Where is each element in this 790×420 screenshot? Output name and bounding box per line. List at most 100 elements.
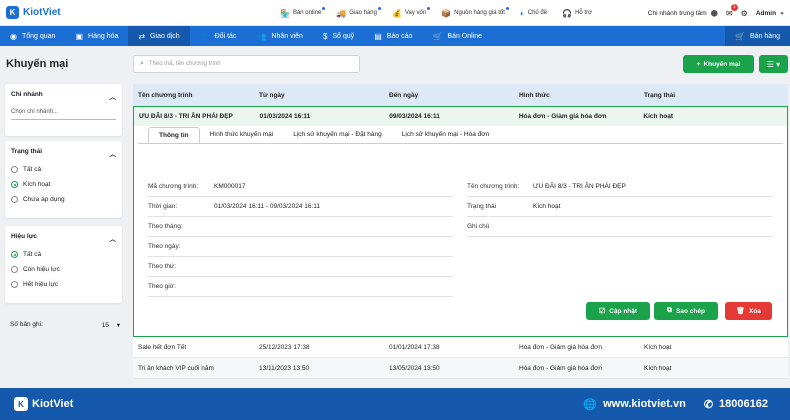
status-option[interactable]: Tất cả <box>11 166 116 173</box>
radio-icon <box>11 266 18 273</box>
table-cell: Sale hết đợn Tết <box>138 343 187 351</box>
table-cell: Hóa đơn - Giảm giá hóa đơn <box>519 364 602 372</box>
nav-transactions-icon: ⇄ <box>138 31 146 41</box>
nav-partners[interactable]: 👤 Đối tác <box>190 26 247 46</box>
nav-overview[interactable]: ◉ Tổng quan <box>0 26 65 46</box>
chevron-up-icon[interactable]: ︿ <box>110 233 117 243</box>
field-value: ƯU ĐÃI 8/3 - TRI ÂN PHÁI ĐẸP <box>533 183 626 190</box>
table-cell: Kích hoạt <box>644 343 672 351</box>
field-value: KM000017 <box>214 183 246 190</box>
top-link-label: Chủ đề <box>527 10 548 16</box>
branch-filter-input[interactable]: Chọn chi nhánh... <box>11 109 116 120</box>
detail-tab[interactable]: Thông tin <box>148 127 200 144</box>
detail-field: Trạng thái Kích hoạt <box>467 197 772 217</box>
branch-filter: Chi nhánh ︿ Chọn chi nhánh... <box>5 84 122 136</box>
new-dot-icon <box>378 6 381 10</box>
nav-cashbook[interactable]: $ Sổ quỹ <box>313 26 364 46</box>
branch-selector[interactable]: Chi nhánh trung tâm ⬤ <box>647 9 718 18</box>
nav-employees[interactable]: 👥 Nhân viên <box>246 26 313 46</box>
footer-website[interactable]: www.kiotviet.vn <box>603 398 686 410</box>
validity-option[interactable]: Hết hiệu lực <box>11 281 116 288</box>
status-option[interactable]: Kích hoạt <box>11 181 116 188</box>
settings-button[interactable]: ⚙ <box>741 9 748 18</box>
nav-overview-icon: ◉ <box>10 31 17 41</box>
detail-tab[interactable]: Hình thức khuyến mại <box>200 127 284 144</box>
field-label: Theo giờ: <box>148 283 176 290</box>
column-header[interactable]: Tên chương trình <box>133 92 259 99</box>
copy-button[interactable]: ⧉ Sao chép <box>654 302 718 320</box>
radio-icon <box>11 166 18 173</box>
field-label: Mã chương trình: <box>148 183 199 190</box>
validity-option[interactable]: Tất cả <box>11 251 116 258</box>
column-header[interactable]: Trạng thái <box>644 92 788 99</box>
records-label: Số bản ghi: <box>10 321 43 328</box>
detail-tab[interactable]: Lịch sử khuyến mại - Hóa đơn <box>392 127 499 144</box>
top-link-1[interactable]: 🚚 Giao hàng <box>336 6 381 18</box>
top-link-5[interactable]: 🎧 Hỗ trợ <box>562 9 592 18</box>
table-row-selected[interactable]: ƯU ĐÃI 8/3 - TRI ÂN PHÁI ĐẸP 01/03/2024 1… <box>134 107 787 126</box>
options-menu-button[interactable]: ☰ ▾ <box>759 55 788 73</box>
field-label: Ghi chú <box>467 223 490 230</box>
chevron-up-icon[interactable]: ︿ <box>110 148 117 158</box>
nav-transactions[interactable]: ⇄ Giao dịch <box>128 26 190 46</box>
table-cell: Tri ân khách VIP cuối năm <box>138 364 214 372</box>
update-button[interactable]: ☑ Cập nhật <box>586 302 650 320</box>
column-header[interactable]: Đến ngày <box>389 92 519 99</box>
footer-logo-icon: K <box>14 397 28 411</box>
nav-overview-label: Tổng quan <box>21 32 56 40</box>
nav-employees-label: Nhân viên <box>271 32 303 40</box>
column-header[interactable]: Từ ngày <box>259 92 389 99</box>
status-option[interactable]: Chưa áp dụng <box>11 196 116 203</box>
headset-icon: 🎧 <box>562 8 573 18</box>
validity-option[interactable]: Còn hiệu lực <box>11 266 116 273</box>
nav-online-label: Bán Online <box>447 32 483 40</box>
table-cell: 01/01/2024 17:38 <box>389 343 440 351</box>
top-right: Chi nhánh trung tâm ⬤ ✉ 1 ⚙ Admin ● <box>640 0 784 26</box>
new-dot-icon <box>505 6 509 10</box>
search-input[interactable]: ⌕ Theo mã, tên chương trình <box>133 55 360 73</box>
promotion-table: Tên chương trình Từ ngày Đến ngày Hình thức… <box>133 84 788 379</box>
top-link-3[interactable]: 📦 Nguồn hàng giá tốt <box>441 6 509 18</box>
gear-icon: ⚙ <box>740 8 748 18</box>
status-option-label: Kích hoạt <box>23 181 51 188</box>
field-value: Kích hoạt <box>533 203 561 210</box>
detail-field: Theo tháng: <box>148 217 453 237</box>
validity-filter-title: Hiệu lực <box>11 233 38 240</box>
user-menu[interactable]: Admin ● <box>756 10 784 17</box>
table-row[interactable]: Tri ân khách VIP cuối năm 13/11/2023 13:5… <box>133 358 788 379</box>
chevron-up-icon[interactable]: ︿ <box>110 91 117 101</box>
nav-products[interactable]: ▣ Hàng hóa <box>65 26 128 46</box>
notification-button[interactable]: ✉ 1 <box>726 3 738 18</box>
theme-icon: ◐ <box>519 8 525 18</box>
table-cell: 09/03/2024 16:11 <box>389 113 440 120</box>
top-link-2[interactable]: 💰 Vay vốn <box>392 6 431 18</box>
nav-sell-button[interactable]: 🛒 Bán hàng <box>725 26 790 46</box>
table-cell: 13/11/2023 13:50 <box>259 364 310 372</box>
detail-tab[interactable]: Lịch sử khuyến mại - Đặt hàng <box>283 127 392 144</box>
nav-online[interactable]: 🛒 Bán Online <box>422 26 492 46</box>
detail-field: Theo ngày: <box>148 237 453 257</box>
table-header: Tên chương trình Từ ngày Đến ngày Hình thức… <box>133 84 788 106</box>
validity-filter: Hiệu lực ︿ Tất cả Còn hiệu lực Hết hiệu lự… <box>5 226 122 303</box>
location-pin-icon: ⬤ <box>710 10 718 17</box>
status-filter: Trạng thái ︿ Tất cả Kích hoạt Chưa áp dụng <box>5 141 122 218</box>
add-promotion-button[interactable]: + Khuyến mại <box>683 55 754 73</box>
nav-reports-icon: ▤ <box>374 31 382 41</box>
branch-name: Chi nhánh trung tâm <box>647 9 707 17</box>
footer-hotline[interactable]: 18006162 <box>719 398 768 410</box>
nav-reports[interactable]: ▤ Báo cáo <box>364 26 422 46</box>
table-row[interactable]: Sale hết đợn Tết 25/12/2023 17:38 01/01/20… <box>133 337 788 358</box>
delete-button[interactable]: 🗑 Xóa <box>725 302 772 320</box>
column-header[interactable]: Hình thức <box>519 92 644 99</box>
top-link-0[interactable]: 🏪 Bán online <box>280 6 326 18</box>
nav-online-icon: 🛒 <box>432 31 443 41</box>
trash-icon: 🗑 <box>736 308 745 315</box>
footer-logo: K KiotViet <box>14 397 73 411</box>
table-cell: 01/03/2024 16:11 <box>259 113 311 120</box>
brand-logo-icon: K <box>6 6 19 19</box>
field-label: Tên chương trình: <box>467 183 520 190</box>
brand-logo[interactable]: K KiotViet <box>6 6 61 19</box>
top-link-4[interactable]: ◐ Chủ đề <box>520 9 547 18</box>
records-select[interactable]: 15 ▾ <box>102 321 120 329</box>
top-link-label: Nguồn hàng giá tốt <box>454 10 505 16</box>
